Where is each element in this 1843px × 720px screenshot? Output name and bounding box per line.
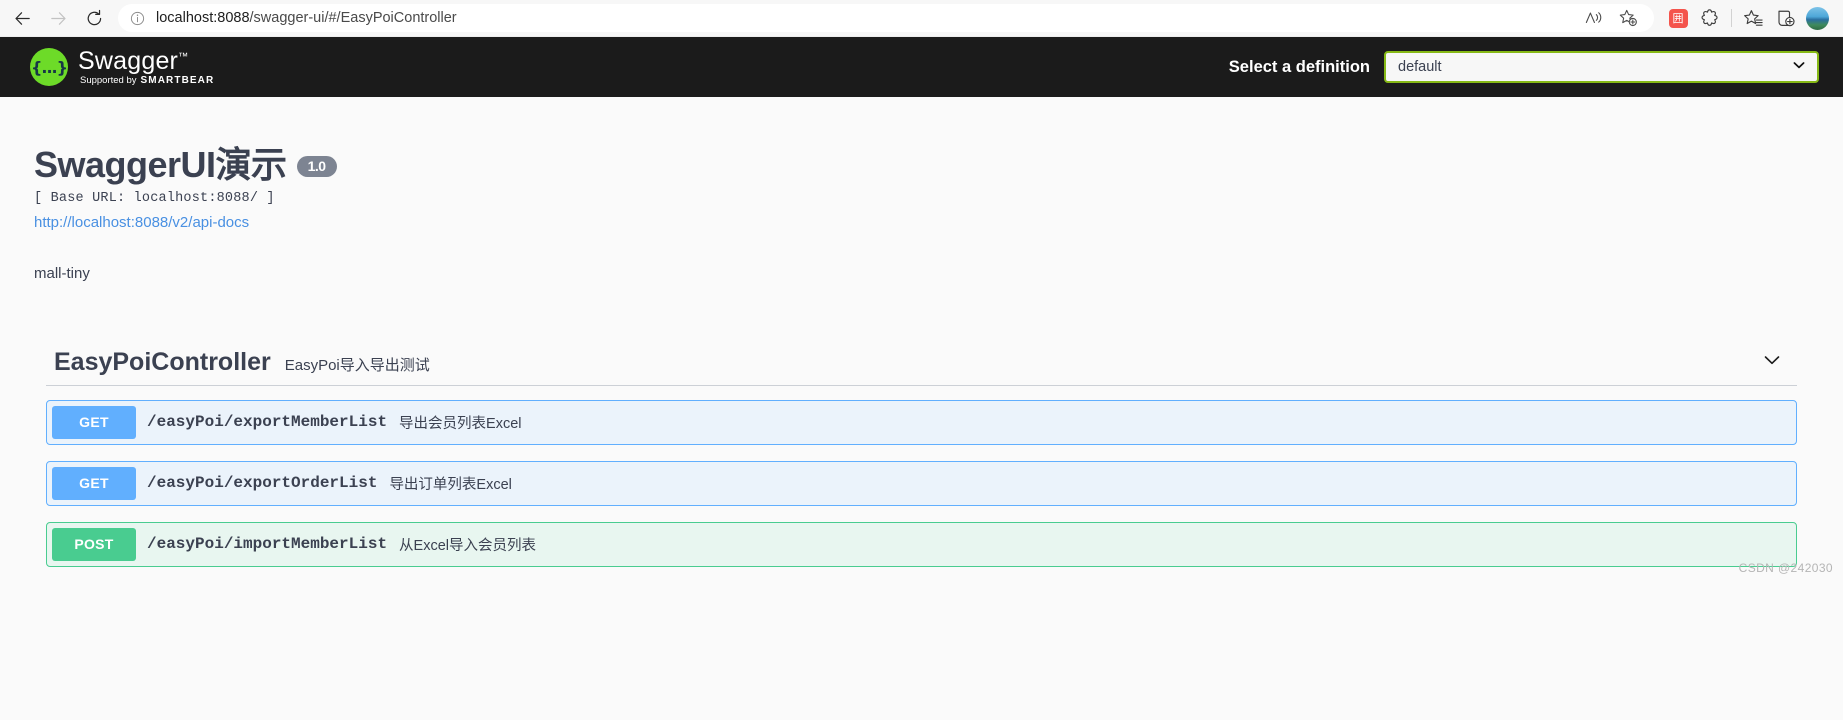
tag-name[interactable]: EasyPoiController <box>54 348 271 377</box>
http-method-badge: POST <box>52 527 136 561</box>
add-favorite-icon[interactable] <box>1612 3 1644 33</box>
browser-toolbar: localhost:8088/swagger-ui/#/EasyPoiContr… <box>0 0 1843 37</box>
version-badge: 1.0 <box>296 156 337 178</box>
read-aloud-icon[interactable] <box>1578 3 1610 33</box>
arrow-left-icon <box>13 9 32 28</box>
operation-path: /easyPoi/exportOrderList <box>147 474 378 493</box>
api-info: SwaggerUI演示 1.0 [ Base URL: localhost:80… <box>34 97 1809 282</box>
address-bar[interactable]: localhost:8088/swagger-ui/#/EasyPoiContr… <box>118 4 1654 32</box>
address-bar-text[interactable]: localhost:8088/swagger-ui/#/EasyPoiContr… <box>150 10 1574 26</box>
favorites-icon[interactable] <box>1737 3 1769 33</box>
supported-by-label: Supported by <box>80 74 137 86</box>
definition-select-value: default <box>1398 59 1442 75</box>
toolbar-divider <box>1731 9 1732 27</box>
select-definition-label: Select a definition <box>1228 57 1370 76</box>
avatar <box>1805 6 1829 30</box>
api-description: mall-tiny <box>34 264 90 282</box>
swagger-topbar: {...} Swagger™ Supported by SMARTBEAR Se… <box>0 37 1843 97</box>
trademark-symbol: ™ <box>178 51 189 63</box>
base-url: [ Base URL: localhost:8088/ ] <box>34 190 275 206</box>
reload-button[interactable] <box>76 3 112 33</box>
extension-red-icon[interactable]: 囲 <box>1662 3 1694 33</box>
http-method-badge: GET <box>52 405 136 439</box>
operation-row[interactable]: GET /easyPoi/exportOrderList 导出订单列表Excel <box>46 460 1797 506</box>
tag-section-easypoicontroller: EasyPoiController EasyPoi导入导出测试 GET /eas… <box>34 348 1809 567</box>
extensions-icon[interactable] <box>1694 3 1726 33</box>
api-docs-link[interactable]: http://localhost:8088/v2/api-docs <box>34 214 249 231</box>
page-title: SwaggerUI演示 1.0 <box>34 145 1809 185</box>
tag-description: EasyPoi导入导出测试 <box>284 356 430 374</box>
extension-red-glyph: 囲 <box>1668 8 1688 28</box>
info-circle-icon[interactable] <box>124 6 150 30</box>
chevron-down-icon <box>1791 57 1807 77</box>
watermark: CSDN @242030 <box>1738 560 1833 575</box>
operation-summary: 导出订单列表Excel <box>389 476 512 493</box>
operation-row[interactable]: GET /easyPoi/exportMemberList 导出会员列表Exce… <box>46 399 1797 445</box>
smartbear-label: SMARTBEAR <box>140 74 215 86</box>
tag-header[interactable]: EasyPoiController EasyPoi导入导出测试 <box>46 348 1797 386</box>
swagger-wordmark: Swagger <box>78 46 179 75</box>
http-method-badge: GET <box>52 466 136 500</box>
address-host: localhost:8088 <box>156 10 250 26</box>
chevron-down-icon[interactable] <box>1755 349 1789 376</box>
operation-path: /easyPoi/exportMemberList <box>147 413 388 432</box>
operation-summary: 导出会员列表Excel <box>399 415 522 432</box>
swagger-logo[interactable]: {...} Swagger™ Supported by SMARTBEAR <box>30 48 214 86</box>
operation-list: GET /easyPoi/exportMemberList 导出会员列表Exce… <box>46 399 1797 567</box>
operation-summary: 从Excel导入会员列表 <box>399 537 537 554</box>
operation-path: /easyPoi/importMemberList <box>147 535 388 554</box>
swagger-content: SwaggerUI演示 1.0 [ Base URL: localhost:80… <box>0 97 1843 575</box>
operation-row[interactable]: POST /easyPoi/importMemberList 从Excel导入会… <box>46 521 1797 567</box>
forward-button[interactable] <box>40 3 76 33</box>
arrow-right-icon <box>49 9 68 28</box>
reload-icon <box>85 9 104 28</box>
collections-icon[interactable] <box>1769 3 1801 33</box>
swagger-braces-icon: {...} <box>30 48 68 86</box>
address-path: /swagger-ui/#/EasyPoiController <box>249 10 457 26</box>
api-title-text: SwaggerUI演示 <box>34 144 287 185</box>
back-button[interactable] <box>4 3 40 33</box>
definition-select[interactable]: default <box>1384 51 1819 83</box>
profile-button[interactable] <box>1801 3 1833 33</box>
